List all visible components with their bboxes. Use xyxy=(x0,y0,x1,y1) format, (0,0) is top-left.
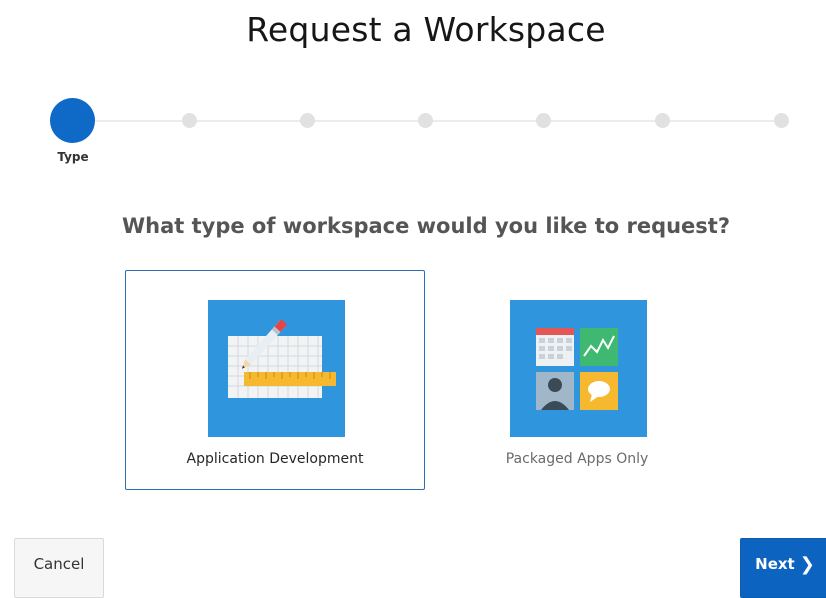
workspace-type-question: What type of workspace would you like to… xyxy=(121,214,731,238)
cancel-button[interactable]: Cancel xyxy=(14,538,104,598)
wizard-step-2 xyxy=(182,113,197,128)
option-packaged-apps-only[interactable]: Packaged Apps Only xyxy=(427,270,727,490)
option-label: Application Development xyxy=(186,451,364,467)
option-application-development[interactable]: Application Development xyxy=(125,270,425,490)
wizard-progress: Type xyxy=(0,0,826,180)
wizard-step-1-current xyxy=(50,98,95,143)
wizard-step-label: Type xyxy=(57,150,89,164)
wizard-step-6 xyxy=(655,113,670,128)
wizard-step-7 xyxy=(774,113,789,128)
wizard-step-5 xyxy=(536,113,551,128)
packaged-apps-tiles-icon xyxy=(510,300,647,437)
chevron-right-icon: ❯ xyxy=(799,553,815,575)
pencil-ruler-grid-icon xyxy=(208,300,345,437)
next-button-label: Next xyxy=(755,555,795,573)
next-button[interactable]: Next ❯ xyxy=(740,538,826,598)
wizard-step-4 xyxy=(418,113,433,128)
wizard-step-3 xyxy=(300,113,315,128)
option-label: Packaged Apps Only xyxy=(505,451,649,467)
